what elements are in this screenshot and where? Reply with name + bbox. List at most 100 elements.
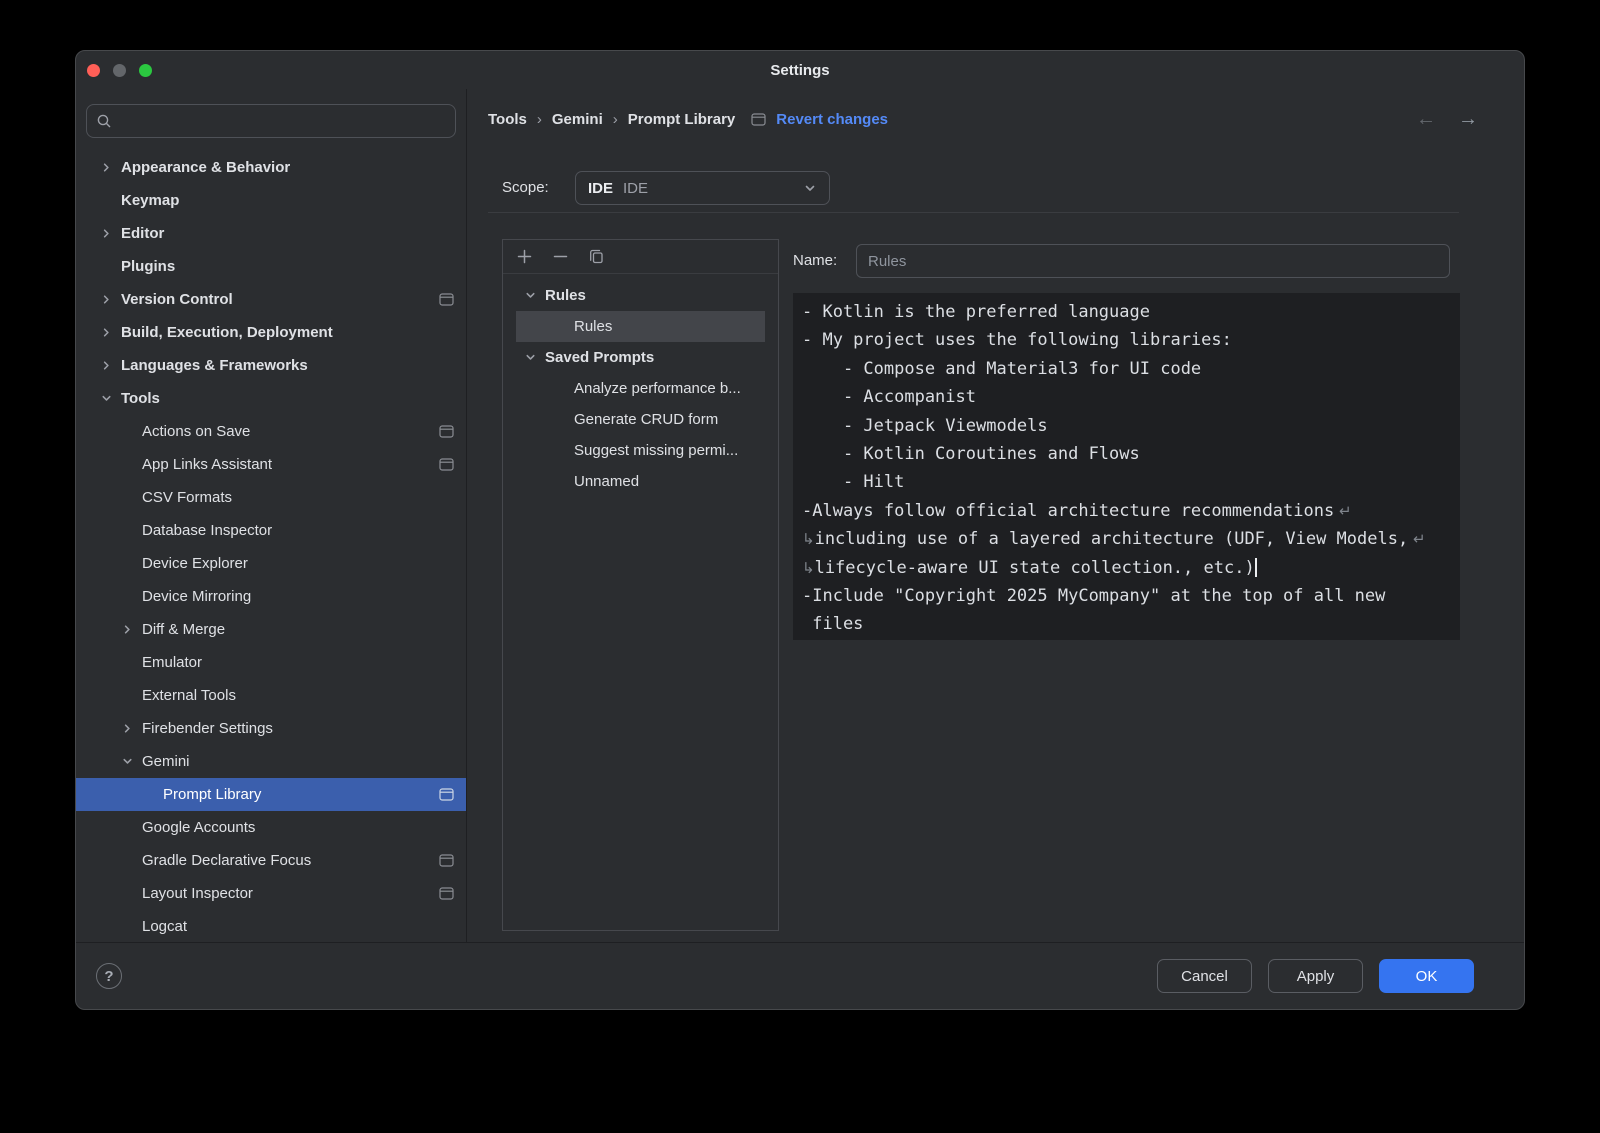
- sidebar-item-database-inspector[interactable]: Database Inspector: [76, 514, 466, 547]
- prompt-item-analyze-performance-b[interactable]: Analyze performance b...: [516, 373, 765, 404]
- breadcrumb-item-gemini[interactable]: Gemini: [552, 111, 603, 128]
- soft-wrap-icon: ↵: [1334, 502, 1351, 520]
- sidebar-item-appearance-behavior[interactable]: Appearance & Behavior: [76, 151, 466, 184]
- remove-prompt-button[interactable]: [552, 248, 569, 265]
- search-icon: [96, 113, 112, 129]
- chevron-down-icon[interactable]: [524, 289, 545, 302]
- revert-changes-link[interactable]: Revert changes: [776, 111, 888, 128]
- sidebar-item-logcat[interactable]: Logcat: [76, 910, 466, 942]
- prompt-list-toolbar: [503, 240, 778, 274]
- minimize-button: [113, 64, 126, 77]
- duplicate-prompt-button[interactable]: [588, 248, 605, 265]
- editor-line-text: files: [802, 614, 863, 634]
- soft-wrap-icon: ↵: [1408, 530, 1425, 548]
- sidebar-item-label: Tools: [121, 390, 160, 407]
- window-title: Settings: [770, 62, 829, 79]
- prompt-list-panel: RulesRulesSaved PromptsAnalyze performan…: [502, 239, 779, 931]
- chevron-right-icon[interactable]: [100, 359, 121, 372]
- sidebar-item-emulator[interactable]: Emulator: [76, 646, 466, 679]
- prompt-group-saved-prompts[interactable]: Saved Prompts: [516, 342, 765, 373]
- sidebar-item-keymap[interactable]: Keymap: [76, 184, 466, 217]
- cancel-button[interactable]: Cancel: [1157, 959, 1252, 993]
- apply-button[interactable]: Apply: [1268, 959, 1363, 993]
- soft-wrap-icon: ↳: [802, 559, 815, 577]
- sidebar-item-google-accounts[interactable]: Google Accounts: [76, 811, 466, 844]
- scope-dropdown[interactable]: IDE IDE: [575, 171, 830, 205]
- close-button[interactable]: [87, 64, 100, 77]
- sidebar-item-prompt-library[interactable]: Prompt Library: [76, 778, 466, 811]
- name-label: Name:: [793, 244, 837, 278]
- sidebar-item-label: Google Accounts: [142, 819, 255, 836]
- ok-button[interactable]: OK: [1379, 959, 1474, 993]
- chevron-right-icon[interactable]: [100, 227, 121, 240]
- editor-line: -Include "Copyright 2025 MyCompany" at t…: [802, 582, 1460, 610]
- prompt-item-label: Rules: [545, 287, 586, 304]
- zoom-button[interactable]: [139, 64, 152, 77]
- chevron-down-icon[interactable]: [121, 755, 142, 768]
- chevron-right-icon[interactable]: [100, 326, 121, 339]
- main-panel: Tools › Gemini › Prompt Library Revert chang…: [467, 89, 1524, 942]
- scope-type-badge: IDE: [588, 180, 613, 197]
- prompt-item-suggest-missing-permi[interactable]: Suggest missing permi...: [516, 435, 765, 466]
- editor-line-text: - My project uses the following librarie…: [802, 330, 1232, 350]
- sidebar-item-plugins[interactable]: Plugins: [76, 250, 466, 283]
- breadcrumb-separator: ›: [613, 111, 618, 128]
- prompt-item-rules[interactable]: Rules: [516, 311, 765, 342]
- chevron-right-icon[interactable]: [121, 623, 142, 636]
- ide-override-icon: [439, 854, 454, 867]
- editor-line: ↳including use of a layered architecture…: [802, 525, 1460, 553]
- sidebar-item-label: Layout Inspector: [142, 885, 253, 902]
- sidebar-item-device-explorer[interactable]: Device Explorer: [76, 547, 466, 580]
- breadcrumb-separator: ›: [537, 111, 542, 128]
- chevron-right-icon[interactable]: [100, 293, 121, 306]
- chevron-down-icon[interactable]: [100, 392, 121, 405]
- sidebar-item-external-tools[interactable]: External Tools: [76, 679, 466, 712]
- sidebar-item-label: App Links Assistant: [142, 456, 272, 473]
- chevron-right-icon[interactable]: [121, 722, 142, 735]
- help-button[interactable]: ?: [96, 963, 122, 989]
- breadcrumb-item-tools[interactable]: Tools: [488, 111, 527, 128]
- sidebar-item-app-links-assistant[interactable]: App Links Assistant: [76, 448, 466, 481]
- footer-bar: ? Cancel Apply OK: [76, 942, 1524, 1009]
- sidebar-tree: Appearance & BehaviorKeymapEditorPlugins…: [76, 151, 466, 942]
- sidebar-item-label: Prompt Library: [163, 786, 261, 803]
- breadcrumb-trail: Tools › Gemini › Prompt Library: [488, 111, 735, 128]
- prompt-name-input[interactable]: [856, 244, 1450, 278]
- sidebar-item-tools[interactable]: Tools: [76, 382, 466, 415]
- sidebar-item-csv-formats[interactable]: CSV Formats: [76, 481, 466, 514]
- settings-search-box[interactable]: [86, 104, 456, 138]
- sidebar-item-editor[interactable]: Editor: [76, 217, 466, 250]
- add-prompt-button[interactable]: [516, 248, 533, 265]
- content-area: Appearance & BehaviorKeymapEditorPlugins…: [76, 89, 1524, 942]
- prompt-item-unnamed[interactable]: Unnamed: [516, 466, 765, 497]
- editor-line: - Accompanist: [802, 383, 1460, 411]
- titlebar: Settings: [76, 51, 1524, 89]
- sidebar-item-layout-inspector[interactable]: Layout Inspector: [76, 877, 466, 910]
- prompt-item-generate-crud-form[interactable]: Generate CRUD form: [516, 404, 765, 435]
- editor-line-text: - Kotlin is the preferred language: [802, 302, 1150, 322]
- editor-line: - Kotlin is the preferred language: [802, 298, 1460, 326]
- sidebar-item-build-execution-deployment[interactable]: Build, Execution, Deployment: [76, 316, 466, 349]
- chevron-right-icon[interactable]: [100, 161, 121, 174]
- sidebar-item-diff-merge[interactable]: Diff & Merge: [76, 613, 466, 646]
- sidebar-item-gemini[interactable]: Gemini: [76, 745, 466, 778]
- scope-label: Scope:: [502, 171, 549, 205]
- settings-search-input[interactable]: [119, 112, 446, 130]
- prompt-item-label: Generate CRUD form: [574, 411, 718, 428]
- sidebar-item-label: Device Explorer: [142, 555, 248, 572]
- sidebar-item-firebender-settings[interactable]: Firebender Settings: [76, 712, 466, 745]
- prompt-group-rules[interactable]: Rules: [516, 280, 765, 311]
- sidebar-item-label: Emulator: [142, 654, 202, 671]
- prompt-editor[interactable]: - Kotlin is the preferred language - My p…: [793, 293, 1460, 640]
- breadcrumb-item-prompt-library[interactable]: Prompt Library: [628, 111, 736, 128]
- sidebar-item-version-control[interactable]: Version Control: [76, 283, 466, 316]
- sidebar-item-device-mirroring[interactable]: Device Mirroring: [76, 580, 466, 613]
- sidebar-item-languages-frameworks[interactable]: Languages & Frameworks: [76, 349, 466, 382]
- sidebar-item-gradle-declarative-focus[interactable]: Gradle Declarative Focus: [76, 844, 466, 877]
- sidebar-item-actions-on-save[interactable]: Actions on Save: [76, 415, 466, 448]
- forward-arrow-icon[interactable]: →: [1458, 107, 1478, 131]
- chevron-down-icon[interactable]: [524, 351, 545, 364]
- editor-line: - Jetpack Viewmodels: [802, 412, 1460, 440]
- back-arrow-icon[interactable]: ←: [1416, 107, 1436, 131]
- ide-override-icon: [439, 788, 454, 801]
